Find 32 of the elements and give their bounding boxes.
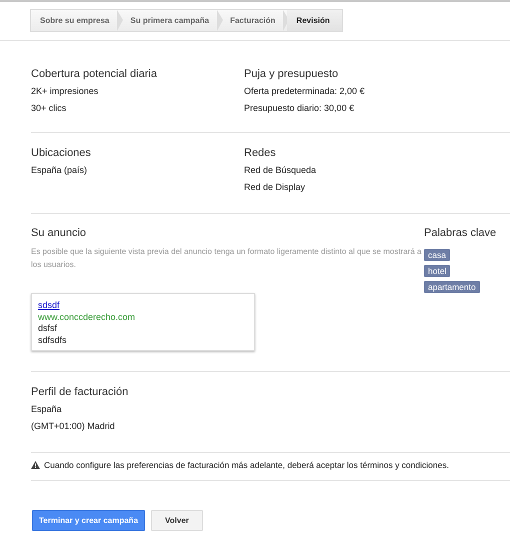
ad-url: www.conccderecho.com — [38, 312, 136, 322]
summary-text: 2K+ impresiones — [31, 86, 100, 96]
section-heading: Puja y presupuesto — [244, 68, 340, 80]
section-heading: Palabras clave — [424, 227, 496, 239]
summary-text: Presupuesto diario: 30,00 € — [244, 103, 356, 113]
breadcrumb-step[interactable]: Revisión — [287, 10, 342, 31]
ad-text: dsfsf — [38, 323, 58, 333]
breadcrumb-step[interactable]: Su primera campaña — [121, 10, 222, 31]
keyword-tag: hotel — [424, 265, 450, 277]
ad-text: sdfsdfs — [38, 334, 67, 344]
keyword-tag: casa — [424, 249, 450, 261]
finish-button[interactable]: Terminar y crear campaña — [32, 510, 146, 531]
summary-text: Red de Búsqueda — [244, 165, 318, 175]
section-heading: Redes — [244, 147, 277, 159]
summary-text: (GMT+01:00) Madrid — [31, 421, 115, 431]
summary-text: 30+ clics — [31, 103, 68, 113]
summary-text: España (país) — [31, 165, 88, 175]
summary-text: España — [31, 404, 62, 414]
section-heading: Su anuncio — [31, 227, 88, 239]
keyword-tag: apartamento — [424, 281, 480, 293]
warning-text: Cuando configure las preferencias de facturación más adelante, deberá aceptar los términos y condiciones. — [44, 460, 449, 470]
breadcrumb-step[interactable]: Facturación — [221, 10, 288, 31]
summary-text: Red de Display — [244, 182, 306, 192]
section-heading: Cobertura potencial diaria — [31, 68, 158, 80]
preview-note: Es posible que la siguiente vista previa del anuncio tenga un formato ligeramente distinto al que se mostrará a los usuarios. — [31, 246, 422, 271]
breadcrumb-step[interactable]: Sobre su empresa — [31, 10, 122, 31]
ad-headline-link[interactable]: sdsdf — [38, 300, 60, 310]
section-heading: Ubicaciones — [31, 147, 92, 159]
section-heading: Perfil de facturación — [31, 386, 130, 398]
back-button[interactable]: Volver — [151, 510, 203, 531]
summary-text: Oferta predeterminada: 2,00 € — [244, 86, 366, 96]
warning-icon — [31, 461, 40, 469]
